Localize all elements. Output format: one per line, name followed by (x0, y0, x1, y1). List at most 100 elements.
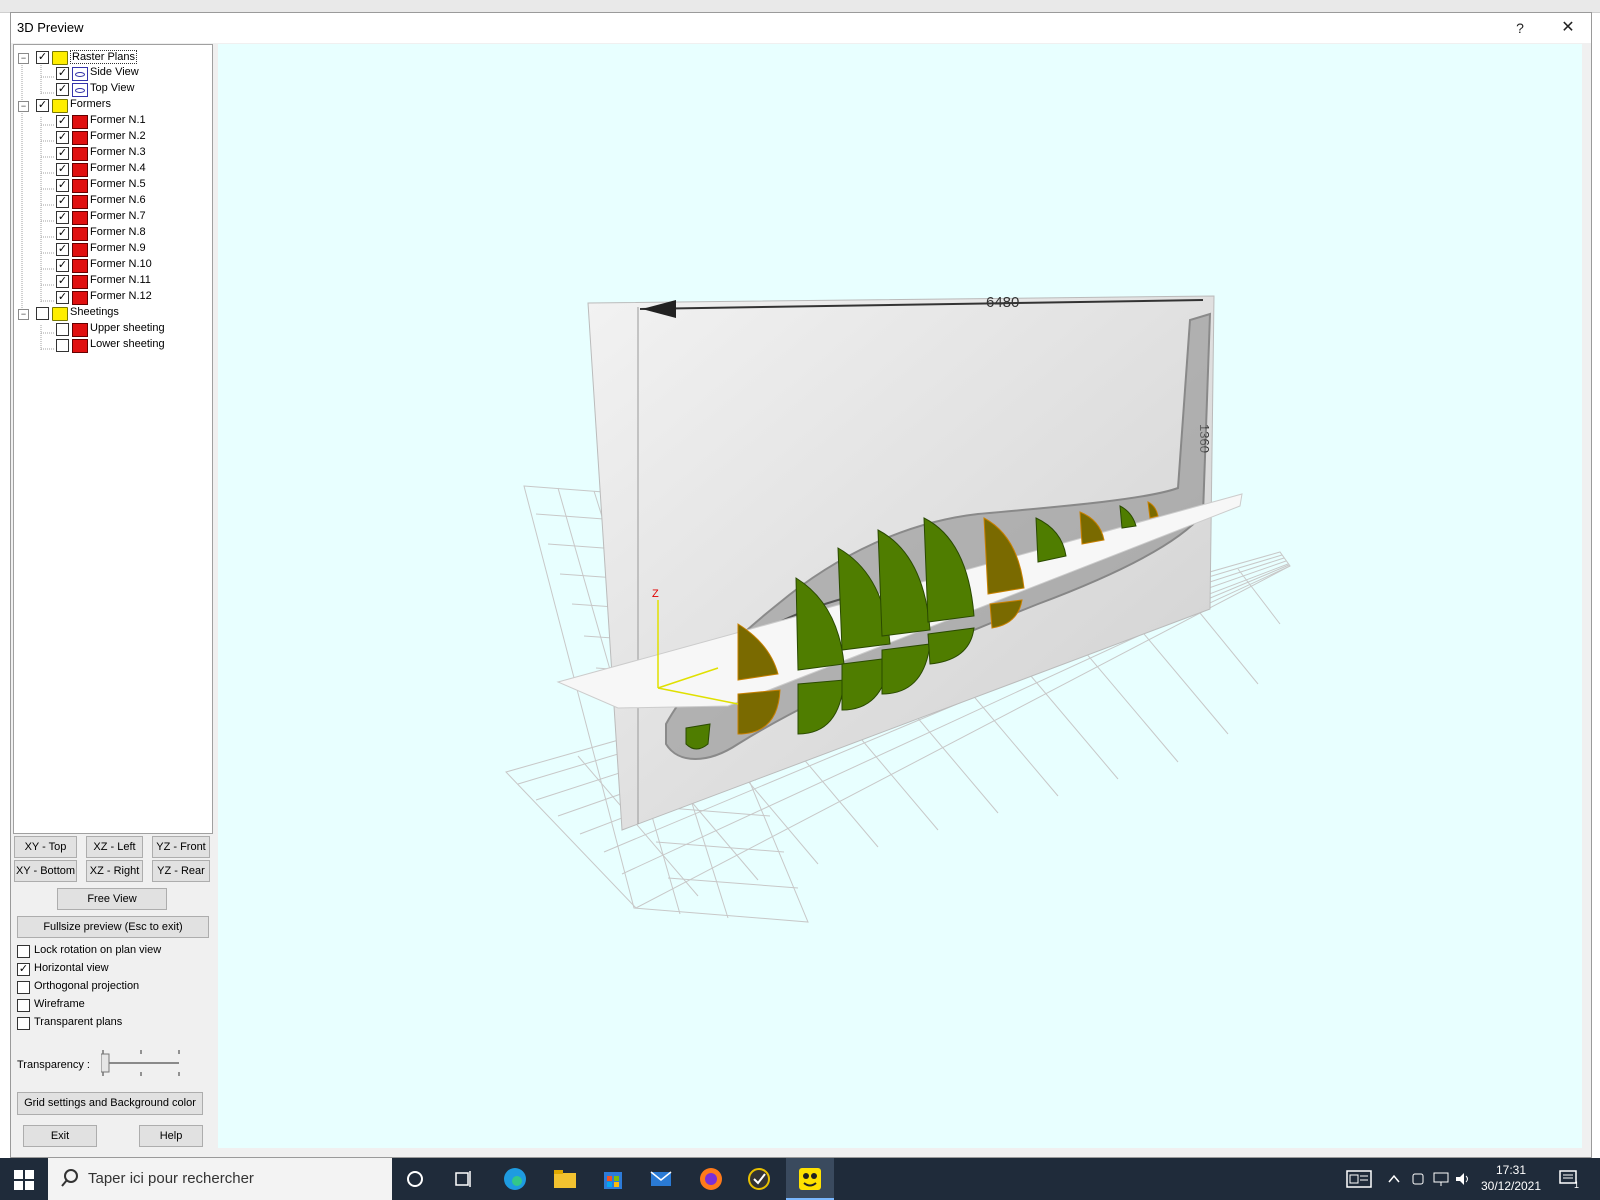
grid-settings-button[interactable]: Grid settings and Background color (17, 1092, 203, 1115)
tree-checkbox[interactable]: ✓ (56, 291, 69, 304)
volume-icon[interactable] (1454, 1171, 1472, 1187)
tree-item-label: Former N.3 (90, 146, 146, 158)
folder-icon (52, 307, 68, 321)
expander-icon[interactable]: − (18, 309, 29, 320)
former-icon (72, 115, 88, 129)
3d-scene[interactable]: 6480 1360 (218, 44, 1582, 1148)
option-checkbox[interactable]: ✓ (17, 963, 30, 976)
former-icon (72, 275, 88, 289)
tree-item[interactable]: ✓ Former N.12 (14, 290, 210, 306)
devfus-app-icon[interactable] (797, 1166, 823, 1192)
exit-button[interactable]: Exit (23, 1125, 97, 1147)
tree-item-label: Former N.6 (90, 194, 146, 206)
taskbar-search[interactable]: Taper ici pour rechercher (48, 1158, 392, 1200)
3d-viewport[interactable]: 6480 1360 (218, 44, 1582, 1148)
xy-bottom-button[interactable]: XY - Bottom (14, 860, 77, 882)
tree-item[interactable]: ✓ Former N.3 (14, 146, 210, 162)
former-icon (72, 243, 88, 257)
tree-item[interactable]: ✓ Former N.2 (14, 130, 210, 146)
tree-item[interactable]: ✓ Side View (14, 66, 210, 82)
expander-icon[interactable]: − (18, 53, 29, 64)
yz-rear-button[interactable]: YZ - Rear (152, 860, 210, 882)
tree-item-label: Upper sheeting (90, 322, 165, 334)
free-view-button[interactable]: Free View (57, 888, 167, 910)
option-checkbox[interactable] (17, 1017, 30, 1030)
file-explorer-icon[interactable] (552, 1166, 578, 1192)
tree-checkbox[interactable]: ✓ (56, 131, 69, 144)
tree-item[interactable]: ✓ Former N.11 (14, 274, 210, 290)
network-icon[interactable] (1432, 1171, 1450, 1187)
taskbar-clock[interactable]: 17:31 30/12/2021 (1476, 1162, 1546, 1194)
expander-icon[interactable]: − (18, 101, 29, 112)
tree-item[interactable]: ✓ Former N.6 (14, 194, 210, 210)
task-view-icon[interactable] (450, 1166, 476, 1192)
tree-item[interactable]: ✓ Top View (14, 82, 210, 98)
tree-item[interactable]: − Sheetings (14, 306, 210, 322)
tree-checkbox[interactable]: ✓ (36, 51, 49, 64)
tree-item-label: Former N.12 (90, 290, 152, 302)
news-widget-icon[interactable] (1346, 1169, 1372, 1189)
tree-item-label: Former N.5 (90, 178, 146, 190)
option-checkbox[interactable] (17, 945, 30, 958)
tree-checkbox[interactable]: ✓ (56, 227, 69, 240)
tree-checkbox[interactable]: ✓ (56, 195, 69, 208)
tree-item[interactable]: − ✓ Formers (14, 98, 210, 114)
tree-checkbox[interactable]: ✓ (56, 259, 69, 272)
cortana-icon[interactable] (402, 1166, 428, 1192)
former-icon (72, 291, 88, 305)
tree-checkbox[interactable]: ✓ (56, 179, 69, 192)
mail-icon[interactable] (648, 1166, 674, 1192)
tree-checkbox[interactable]: ✓ (36, 99, 49, 112)
tree-item[interactable]: ✓ Former N.5 (14, 178, 210, 194)
xz-left-button[interactable]: XZ - Left (86, 836, 143, 858)
chevron-up-icon[interactable] (1386, 1171, 1402, 1187)
transparency-slider[interactable] (101, 1048, 181, 1078)
tree-item[interactable]: ✓ Former N.7 (14, 210, 210, 226)
tree-checkbox[interactable]: ✓ (56, 243, 69, 256)
tree-item[interactable]: Lower sheeting (14, 338, 210, 354)
xz-right-button[interactable]: XZ - Right (86, 860, 143, 882)
tree-checkbox[interactable]: ✓ (56, 115, 69, 128)
former-icon (72, 259, 88, 273)
tree-item-label: Raster Plans (70, 50, 137, 64)
windows-start-icon[interactable] (14, 1170, 34, 1190)
layers-tree[interactable]: − ✓ Raster Plans ✓ Side View ✓ Top View − ✓ Forme… (13, 44, 213, 834)
option-label: Transparent plans (34, 1016, 123, 1028)
meet-now-icon[interactable] (1410, 1171, 1426, 1187)
tree-item-label: Former N.8 (90, 226, 146, 238)
tree-checkbox[interactable]: ✓ (56, 83, 69, 96)
tree-item[interactable]: Upper sheeting (14, 322, 210, 338)
tree-checkbox[interactable] (56, 323, 69, 336)
tree-checkbox[interactable] (56, 339, 69, 352)
xy-top-button[interactable]: XY - Top (14, 836, 77, 858)
tree-checkbox[interactable]: ✓ (56, 67, 69, 80)
tree-item[interactable]: ✓ Former N.1 (14, 114, 210, 130)
app-check-icon[interactable] (746, 1166, 772, 1192)
tree-item[interactable]: − ✓ Raster Plans (14, 50, 210, 66)
tree-item[interactable]: ✓ Former N.9 (14, 242, 210, 258)
close-button[interactable]: ✕ (1545, 13, 1591, 43)
tree-checkbox[interactable]: ✓ (56, 211, 69, 224)
tree-checkbox[interactable]: ✓ (56, 163, 69, 176)
former-icon (72, 147, 88, 161)
help-button[interactable]: Help (139, 1125, 203, 1147)
transparency-slider-thumb[interactable] (101, 1053, 110, 1073)
tree-checkbox[interactable]: ✓ (56, 147, 69, 160)
tree-item-label: Side View (90, 66, 139, 78)
tree-item[interactable]: ✓ Former N.10 (14, 258, 210, 274)
edge-icon[interactable] (502, 1166, 528, 1192)
tree-item-label: Former N.1 (90, 114, 146, 126)
option-checkbox[interactable] (17, 981, 30, 994)
tree-item[interactable]: ✓ Former N.4 (14, 162, 210, 178)
tree-item-label: Former N.2 (90, 130, 146, 142)
option-checkbox[interactable] (17, 999, 30, 1012)
tree-checkbox[interactable]: ✓ (56, 275, 69, 288)
store-icon[interactable] (600, 1166, 626, 1192)
yz-front-button[interactable]: YZ - Front (152, 836, 210, 858)
option-label: Lock rotation on plan view (34, 944, 162, 956)
help-title-button[interactable]: ? (1497, 13, 1543, 43)
fullsize-preview-button[interactable]: Fullsize preview (Esc to exit) (17, 916, 209, 938)
tree-checkbox[interactable] (36, 307, 49, 320)
firefox-icon[interactable] (698, 1166, 724, 1192)
tree-item[interactable]: ✓ Former N.8 (14, 226, 210, 242)
